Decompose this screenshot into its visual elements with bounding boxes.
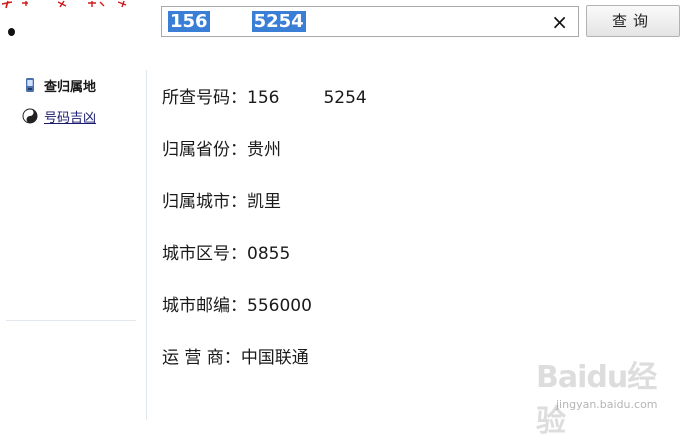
query-button[interactable]: 查询 — [586, 5, 680, 37]
province-value: 贵州 — [247, 140, 281, 160]
area-code-value: 0855 — [247, 244, 291, 264]
result-row-province: 归属省份：贵州 — [162, 138, 281, 162]
result-row-city: 归属城市：凯里 — [162, 190, 281, 214]
content-divider — [146, 70, 147, 420]
city-value: 凯里 — [247, 192, 281, 212]
watermark-text: Baidu经验 — [536, 360, 657, 439]
logo-fragment — [1, 0, 127, 9]
sidebar: 查归属地 号码吉凶 — [0, 70, 147, 420]
number-label: 所查号码： — [162, 88, 247, 108]
sidebar-item-label: 查归属地 — [44, 79, 97, 95]
result-row-postcode: 城市邮编：556000 — [162, 294, 312, 318]
sidebar-item-label: 号码吉凶 — [44, 110, 97, 126]
search-text-part1: 156 — [168, 11, 210, 32]
sidebar-item-lookup[interactable]: 查归属地 — [22, 75, 96, 95]
result-row-area-code: 城市区号：0855 — [162, 242, 290, 266]
carrier-label: 运 营 商： — [162, 348, 241, 368]
area-code-label: 城市区号： — [162, 244, 247, 264]
city-label: 归属城市： — [162, 192, 247, 212]
carrier-value: 中国联通 — [240, 348, 309, 368]
number-value-part2: 5254 — [323, 88, 367, 108]
bullet-dot — [8, 28, 15, 36]
postcode-value: 556000 — [247, 296, 312, 316]
province-label: 归属省份： — [162, 140, 247, 160]
result-row-number: 所查号码：156 5254 — [162, 86, 367, 110]
phone-search-input[interactable]: 156 5254 — [168, 11, 548, 33]
phone-icon — [22, 77, 38, 93]
watermark-url: jingyan.baidu.com — [556, 398, 658, 411]
clear-icon[interactable]: × — [551, 10, 568, 34]
yin-yang-icon — [22, 108, 38, 124]
baidu-watermark: Baidu经验 jingyan.baidu.com — [536, 346, 676, 439]
phone-search-box[interactable]: 156 5254 × — [161, 6, 579, 37]
sidebar-divider — [6, 320, 136, 321]
sidebar-item-fortune[interactable]: 号码吉凶 — [22, 106, 96, 126]
number-value-part1: 156 — [247, 88, 280, 108]
result-row-carrier: 运 营 商：中国联通 — [162, 346, 309, 370]
search-text-part2: 5254 — [251, 11, 306, 32]
postcode-label: 城市邮编： — [162, 296, 247, 316]
